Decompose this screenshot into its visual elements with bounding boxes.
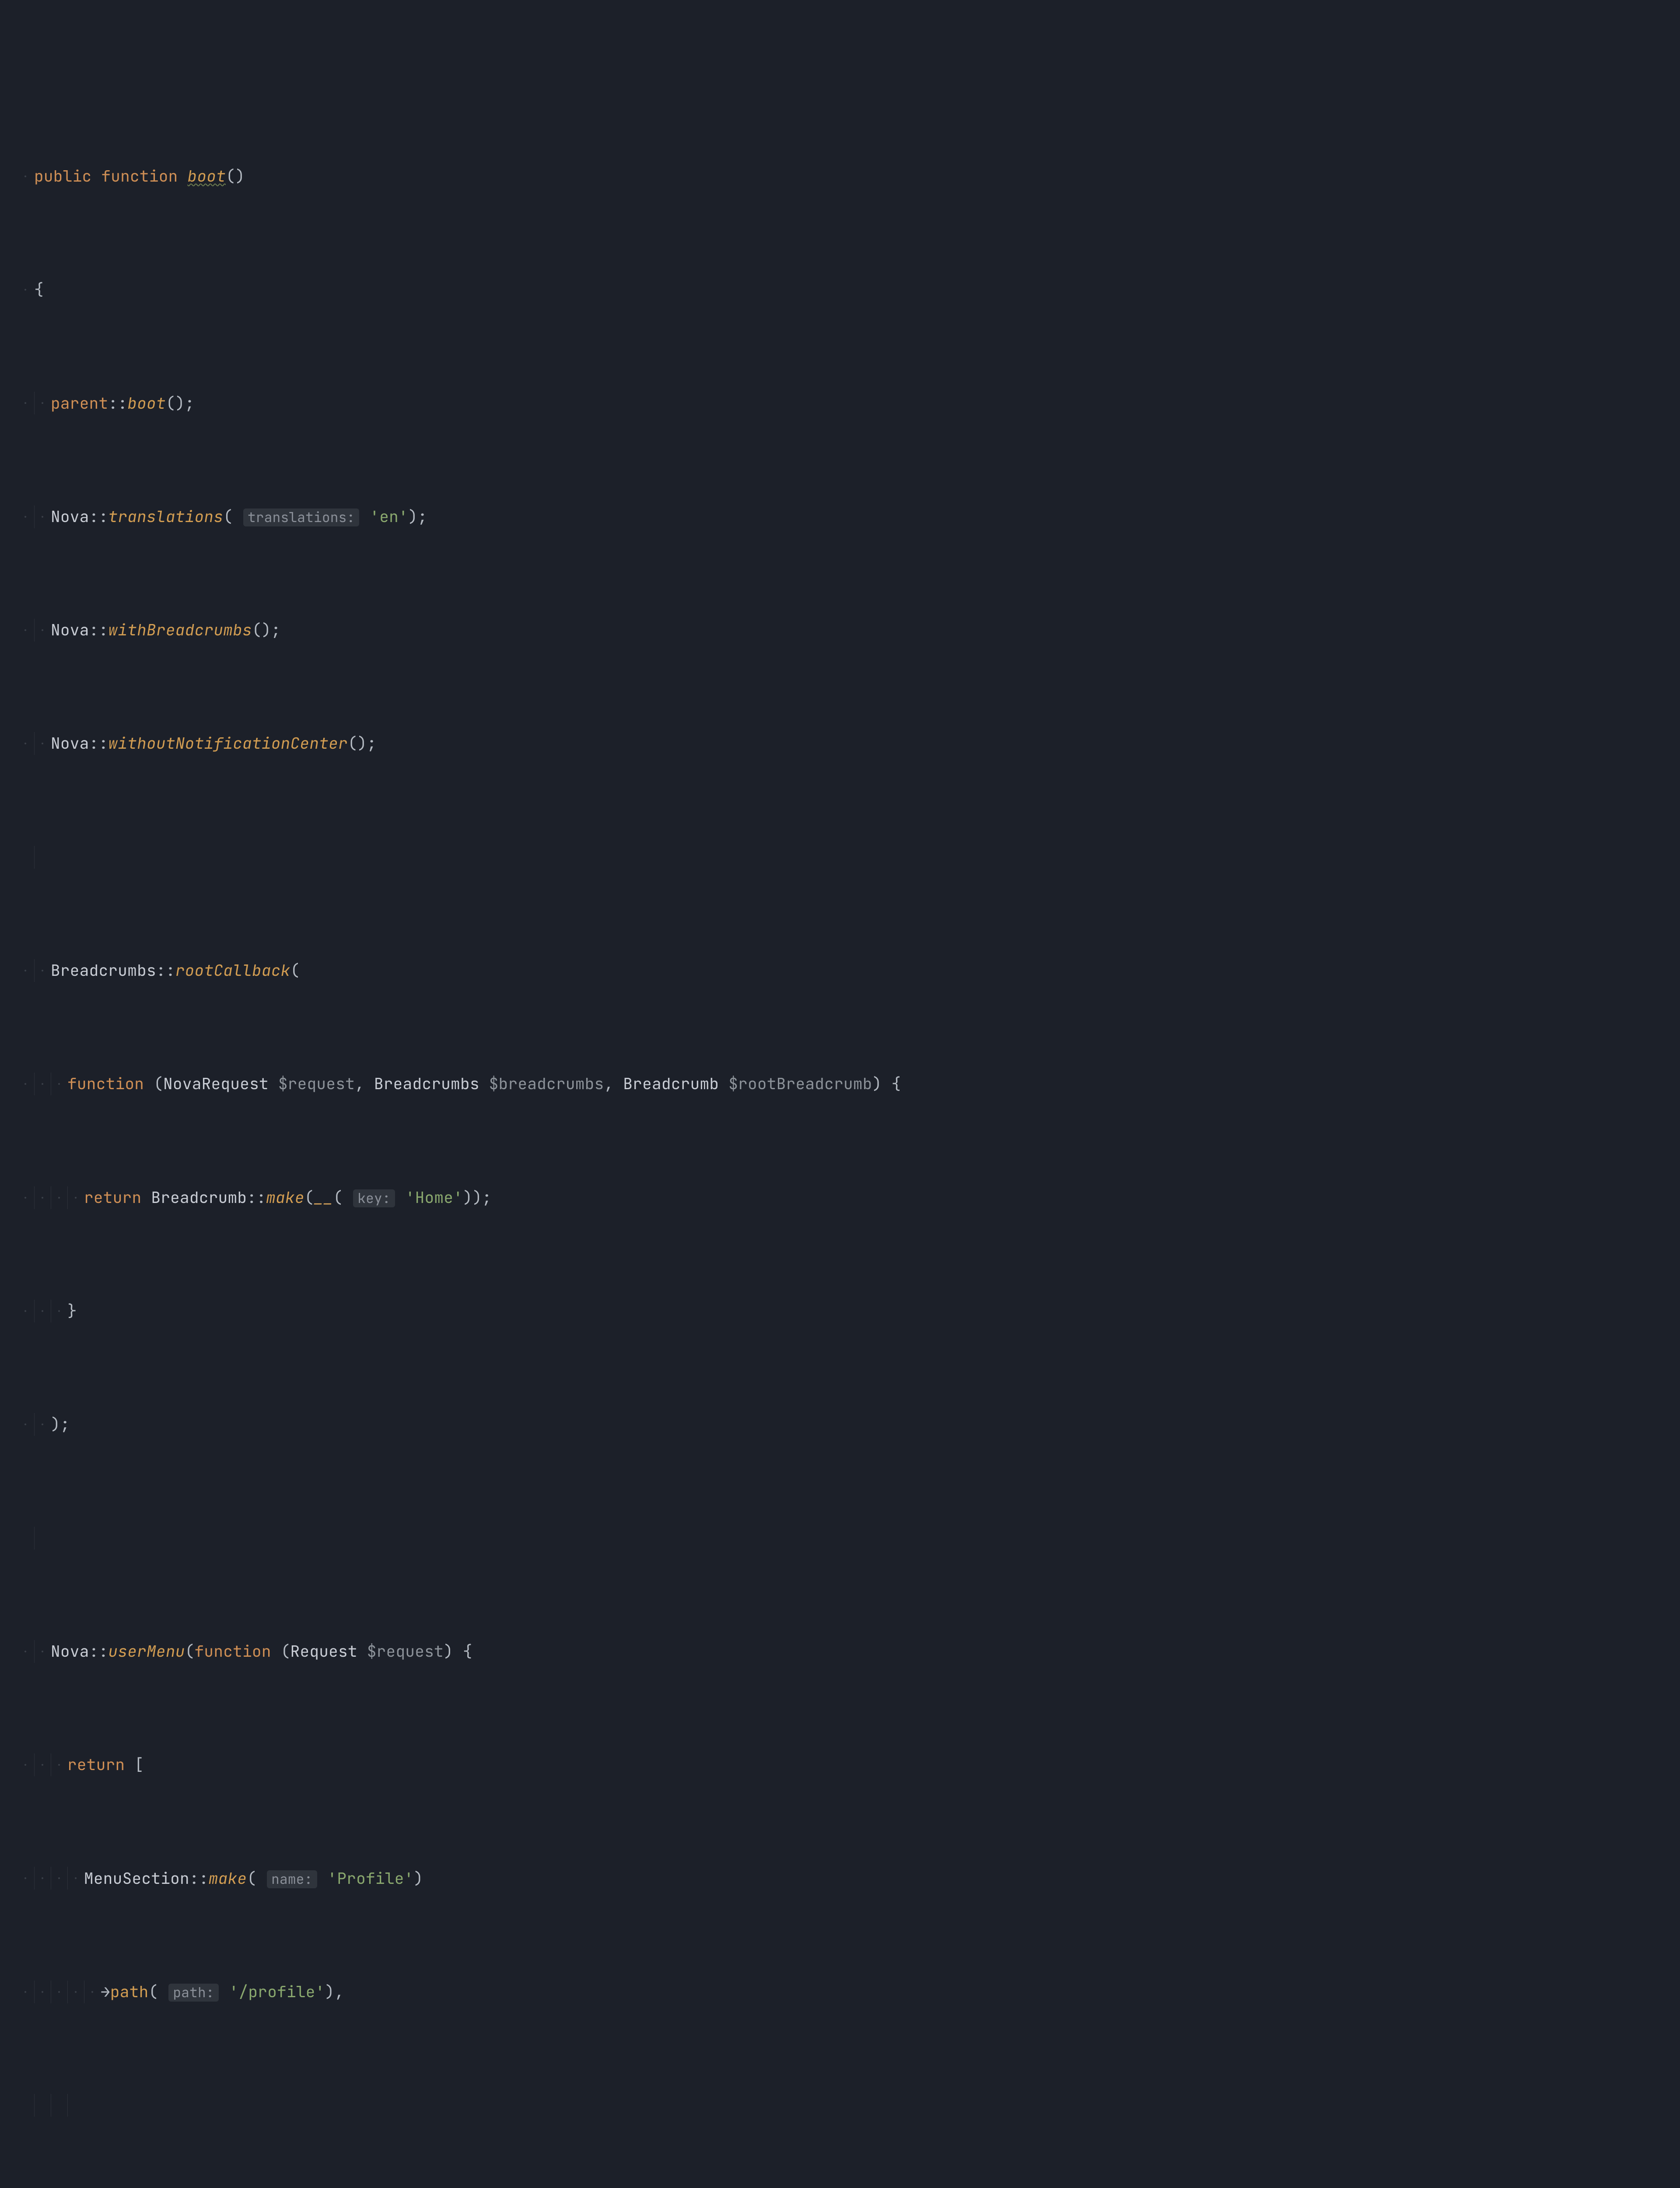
parameter-hint: name: (267, 1870, 317, 1888)
code-line[interactable]: function (NovaRequest $request, Breadcru… (0, 1073, 1680, 1095)
code-line[interactable]: return Breadcrumb::make(__( key: 'Home')… (0, 1186, 1680, 1209)
code-line-blank[interactable] (0, 846, 1680, 869)
code-line[interactable]: } (0, 1300, 1680, 1322)
parameter-hint: translations: (243, 508, 359, 526)
code-line[interactable]: ); (0, 1413, 1680, 1436)
parameter-hint: key: (353, 1189, 395, 1207)
code-line[interactable]: public function boot() (0, 165, 1680, 188)
code-line[interactable]: Nova::withBreadcrumbs(); (0, 619, 1680, 642)
code-line[interactable]: Nova::translations( translations: 'en'); (0, 505, 1680, 528)
code-line[interactable]: Nova::withoutNotificationCenter(); (0, 732, 1680, 755)
parameter-hint: path: (168, 1984, 218, 2002)
code-line-blank[interactable] (0, 2094, 1680, 2117)
code-line[interactable]: Breadcrumbs::rootCallback( (0, 959, 1680, 982)
code-line[interactable]: { (0, 278, 1680, 301)
code-editor[interactable]: public function boot() { parent::boot();… (0, 6, 1680, 2188)
code-line[interactable]: Nova::userMenu(function (Request $reques… (0, 1640, 1680, 1663)
code-line-blank[interactable] (0, 1527, 1680, 1550)
code-line[interactable]: →path( path: '/profile'), (0, 1981, 1680, 2003)
code-line[interactable]: return [ (0, 1753, 1680, 1776)
code-line[interactable]: MenuSection::make( name: 'Profile') (0, 1867, 1680, 1890)
code-line[interactable]: parent::boot(); (0, 392, 1680, 414)
